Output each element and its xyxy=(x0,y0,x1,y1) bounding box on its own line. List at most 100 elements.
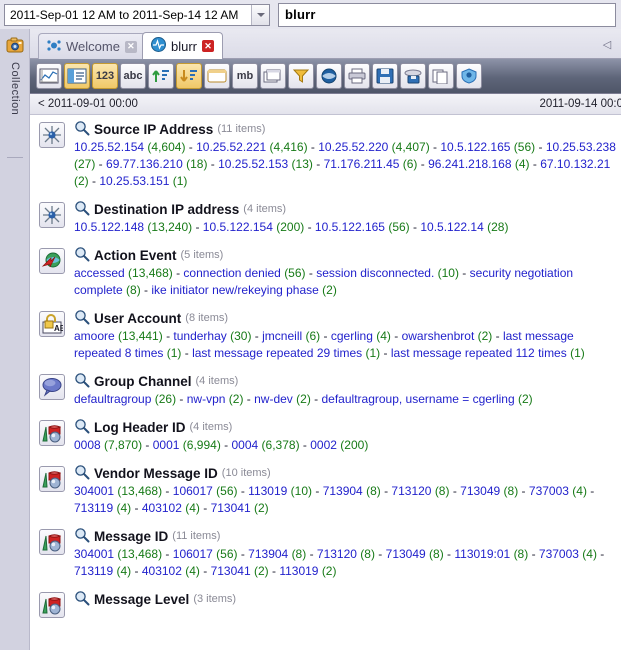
value-link[interactable]: 67.10.132.21 xyxy=(540,157,610,171)
sort-asc-icon[interactable] xyxy=(148,63,174,89)
copy-windows-icon[interactable] xyxy=(260,63,286,89)
sort-desc-icon[interactable] xyxy=(176,63,202,89)
tab-blurr-close-icon[interactable]: ✕ xyxy=(202,40,215,52)
value-link[interactable]: connection denied xyxy=(183,266,280,280)
value-link[interactable]: session disconnected. xyxy=(316,266,434,280)
collection-rail[interactable]: Collection xyxy=(0,29,30,650)
collection-icon[interactable] xyxy=(6,37,24,53)
value-link[interactable]: 71.176.211.45 xyxy=(324,157,400,171)
megabyte-icon[interactable]: mb xyxy=(232,63,258,89)
network-hub-icon[interactable] xyxy=(39,122,65,148)
value-link[interactable]: last message repeated 29 times xyxy=(192,346,362,360)
value-link[interactable]: 713041 xyxy=(211,564,251,578)
value-link[interactable]: 403102 xyxy=(142,501,182,515)
value-link[interactable]: 10.25.53.151 xyxy=(99,174,169,188)
value-link[interactable]: defaultragroup xyxy=(74,392,151,406)
shapes-icon[interactable] xyxy=(39,466,65,492)
value-link[interactable]: 713120 xyxy=(317,547,357,561)
value-link[interactable]: owarshenbrot xyxy=(402,329,475,343)
value-link[interactable]: 96.241.218.168 xyxy=(428,157,511,171)
chevron-left-icon[interactable]: ◁ xyxy=(601,37,613,51)
lock-account-icon[interactable]: AB xyxy=(39,311,65,337)
value-link[interactable]: 713120 xyxy=(391,484,431,498)
value-link[interactable]: 737003 xyxy=(529,484,569,498)
magnifier-icon[interactable] xyxy=(74,418,90,437)
value-link[interactable]: 713904 xyxy=(323,484,363,498)
value-link[interactable]: 10.25.52.221 xyxy=(196,140,266,154)
chart-icon[interactable] xyxy=(36,63,62,89)
value-link[interactable]: 10.25.52.154 xyxy=(74,140,144,154)
alpha-icon[interactable]: abc xyxy=(120,63,146,89)
value-link[interactable]: nw-vpn xyxy=(187,392,226,406)
value-link[interactable]: 713119 xyxy=(74,501,113,515)
value-link[interactable]: amoore xyxy=(74,329,115,343)
value-link[interactable]: 10.5.122.165 xyxy=(315,220,385,234)
value-link[interactable]: 713049 xyxy=(386,547,426,561)
value-link[interactable]: jmcneill xyxy=(262,329,302,343)
value-link[interactable]: 10.5.122.14 xyxy=(420,220,483,234)
duplicate-icon[interactable] xyxy=(428,63,454,89)
chevron-down-icon[interactable] xyxy=(251,4,269,25)
value-link[interactable]: accessed xyxy=(74,266,125,280)
value-link[interactable]: 304001 xyxy=(74,484,114,498)
magnifier-icon[interactable] xyxy=(74,246,90,265)
shapes-icon[interactable] xyxy=(39,592,65,618)
action-globe-icon[interactable] xyxy=(39,248,65,274)
tab-blurr[interactable]: blurr ✕ xyxy=(142,32,224,59)
results-panel[interactable]: Source IP Address (11 items) 10.25.52.154 … xyxy=(30,115,621,650)
value-link[interactable]: 106017 xyxy=(173,484,213,498)
magnifier-icon[interactable] xyxy=(74,200,90,219)
speech-bubble-icon[interactable] xyxy=(39,374,65,400)
value-link[interactable]: 10.5.122.154 xyxy=(203,220,273,234)
value-link[interactable]: 113019 xyxy=(248,484,287,498)
value-link[interactable]: 0004 xyxy=(232,438,259,452)
save-icon[interactable] xyxy=(372,63,398,89)
value-link[interactable]: 713049 xyxy=(460,484,500,498)
tab-welcome-close-icon[interactable]: ✕ xyxy=(124,40,137,53)
value-link[interactable]: 113019:01 xyxy=(454,547,510,561)
value-link[interactable]: 10.25.53.238 xyxy=(546,140,616,154)
magnifier-icon[interactable] xyxy=(74,590,90,609)
value-link[interactable]: 10.25.52.220 xyxy=(318,140,388,154)
date-range-selector[interactable]: 2011-Sep-01 12 AM to 2011-Sep-14 12 AM xyxy=(4,3,270,26)
value-link[interactable]: 713904 xyxy=(248,547,288,561)
value-link[interactable]: 737003 xyxy=(539,547,579,561)
magnifier-icon[interactable] xyxy=(74,372,90,391)
value-link[interactable]: 0001 xyxy=(153,438,180,452)
value-link[interactable]: 713041 xyxy=(211,501,251,515)
value-link[interactable]: 713119 xyxy=(74,564,113,578)
filter-icon[interactable] xyxy=(288,63,314,89)
value-link[interactable]: 113019 xyxy=(279,564,318,578)
value-link[interactable]: 10.5.122.148 xyxy=(74,220,144,234)
timeline-bar[interactable]: < 2011-09-01 00:00 2011-09-14 00:0 xyxy=(30,93,621,115)
value-link[interactable]: 403102 xyxy=(142,564,182,578)
save-all-icon[interactable] xyxy=(400,63,426,89)
shapes-icon[interactable] xyxy=(39,529,65,555)
shapes-icon[interactable] xyxy=(39,420,65,446)
numeric-icon[interactable]: 123 xyxy=(92,63,118,89)
network-hub-icon[interactable] xyxy=(39,202,65,228)
shield-icon[interactable] xyxy=(456,63,482,89)
window-icon[interactable] xyxy=(204,63,230,89)
value-link[interactable]: 10.25.52.153 xyxy=(218,157,288,171)
value-link[interactable]: tunderhay xyxy=(173,329,226,343)
value-link[interactable]: 304001 xyxy=(74,547,114,561)
value-link[interactable]: 106017 xyxy=(173,547,213,561)
value-link[interactable]: cgerling xyxy=(331,329,373,343)
list-panel-icon[interactable] xyxy=(64,63,90,89)
search-input[interactable]: blurr xyxy=(278,2,616,27)
magnifier-icon[interactable] xyxy=(74,527,90,546)
value-link[interactable]: last message repeated 112 times xyxy=(391,346,567,360)
value-link[interactable]: 0002 xyxy=(310,438,337,452)
magnifier-icon[interactable] xyxy=(74,309,90,328)
value-link[interactable]: 0008 xyxy=(74,438,101,452)
globe-icon[interactable] xyxy=(316,63,342,89)
print-icon[interactable] xyxy=(344,63,370,89)
tab-welcome[interactable]: Welcome ✕ xyxy=(38,33,146,59)
magnifier-icon[interactable] xyxy=(74,120,90,139)
value-link[interactable]: nw-dev xyxy=(254,392,293,406)
value-link[interactable]: defaultragroup, username = cgerling xyxy=(322,392,515,406)
value-link[interactable]: ike initiator new/rekeying phase xyxy=(151,283,318,297)
magnifier-icon[interactable] xyxy=(74,464,90,483)
value-link[interactable]: 10.5.122.165 xyxy=(440,140,510,154)
